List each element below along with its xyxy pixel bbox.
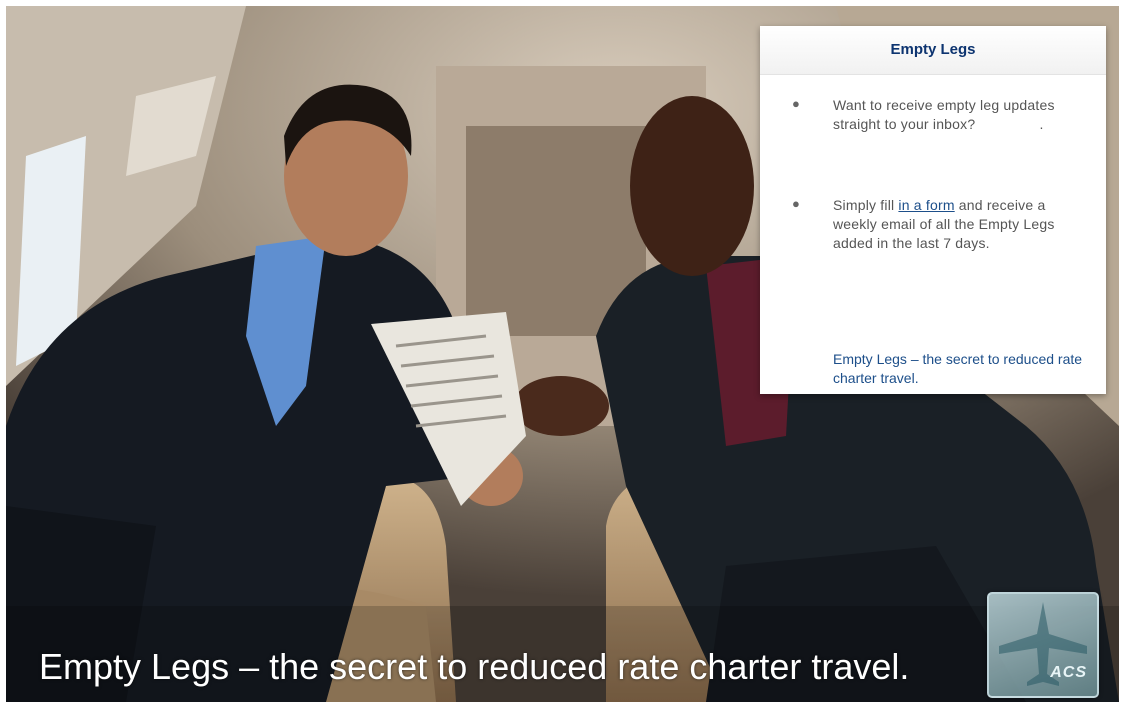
slide-caption: Empty Legs – the secret to reduced rate … (39, 646, 910, 687)
item-trail: . (1039, 116, 1044, 132)
logo-text: ACS (1050, 664, 1087, 681)
acs-logo: ACS (987, 592, 1099, 698)
item-text: Want to receive empty leg updates straig… (833, 97, 1055, 132)
bullet-icon: ● (792, 96, 800, 111)
hero-slide: Empty Legs ● Want to receive empty leg u… (6, 6, 1119, 702)
panel-title: Empty Legs (760, 26, 1106, 75)
empty-legs-panel: Empty Legs ● Want to receive empty leg u… (760, 26, 1106, 394)
form-link[interactable]: in a form (898, 197, 954, 213)
panel-tagline: Empty Legs – the secret to reduced rate … (833, 351, 1083, 386)
bullet-icon: ● (792, 196, 800, 211)
item-text-before: Simply fill (833, 197, 899, 213)
